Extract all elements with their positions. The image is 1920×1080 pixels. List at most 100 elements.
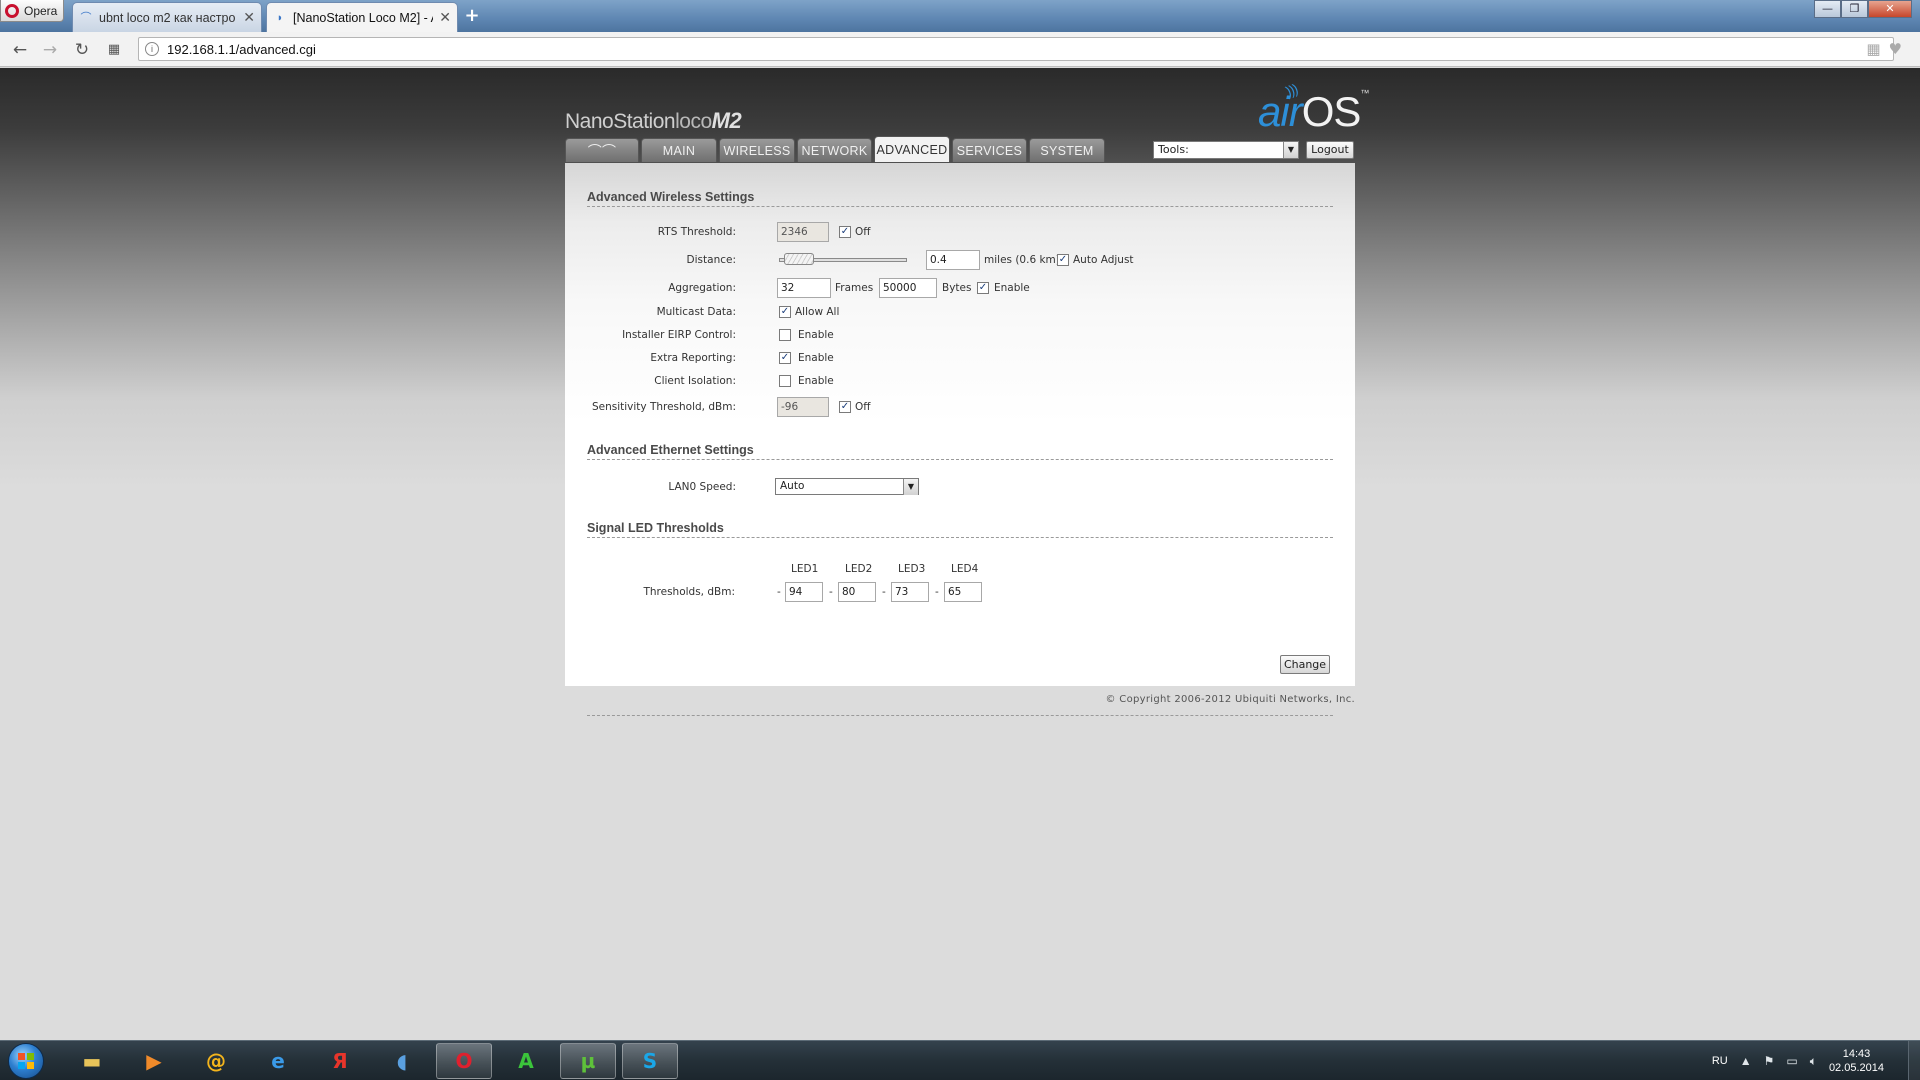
chevron-down-icon: ▼ <box>1283 142 1298 158</box>
distance-input[interactable]: 0.4 <box>926 250 980 270</box>
window-close-button[interactable]: ✕ <box>1868 0 1912 18</box>
sensitivity-off-checkbox[interactable]: ✓ <box>839 401 851 413</box>
tab-advanced[interactable]: ADVANCED <box>874 136 950 162</box>
show-desktop-button[interactable] <box>1908 1041 1920 1080</box>
section-title-wireless: Advanced Wireless Settings <box>587 190 755 204</box>
tab-ubiquiti-logo[interactable]: ⌒⌒ <box>565 138 639 162</box>
bytes-label: Bytes <box>942 282 972 294</box>
tools-select-value: Tools: <box>1158 143 1189 156</box>
thresholds-label: Thresholds, dBm: <box>643 586 735 598</box>
distance-label: Distance: <box>686 254 736 266</box>
aggregation-bytes-input[interactable]: 50000 <box>879 278 937 298</box>
system-clock[interactable]: 14:43 02.05.2014 <box>1829 1047 1884 1075</box>
taskbar-app-yandex-browser[interactable]: Я <box>312 1043 368 1079</box>
system-tray: RU ▲ ⚑ ▭ 🔈︎ 14:43 02.05.2014 <box>1712 1045 1910 1077</box>
minimize-button[interactable]: — <box>1814 0 1841 18</box>
browser-tab-1[interactable]: ⌒ ubnt loco m2 как настро ✕ <box>72 2 262 32</box>
action-center-flag-icon[interactable]: ⚑ <box>1764 1054 1775 1068</box>
taskbar-app-explorer-folder[interactable]: ▬ <box>64 1043 120 1079</box>
led2-threshold-input[interactable]: 80 <box>838 582 876 602</box>
logo-os: OS <box>1301 88 1362 135</box>
taskbar-app-mail-agent[interactable]: @ <box>188 1043 244 1079</box>
reload-icon[interactable]: ↻ <box>72 40 92 60</box>
lan0-speed-value: Auto <box>780 480 805 492</box>
url-input[interactable]: i 192.168.1.1/advanced.cgi <box>138 37 1894 61</box>
tab-wireless[interactable]: WIRELESS <box>719 138 795 162</box>
taskbar-app-speaker-app[interactable]: ◖ <box>374 1043 430 1079</box>
airos-logo: ))) airOS™ <box>1258 81 1369 136</box>
aggregation-enable-checkbox[interactable]: ✓ <box>977 282 989 294</box>
logout-button[interactable]: Logout <box>1306 141 1354 159</box>
led3-threshold-input[interactable]: 73 <box>891 582 929 602</box>
tab-services[interactable]: SERVICES <box>952 138 1027 162</box>
site-info-icon[interactable]: i <box>145 42 159 56</box>
taskbar-app-utorrent[interactable]: µ <box>560 1043 616 1079</box>
tools-select[interactable]: Tools: ▼ <box>1153 141 1299 159</box>
clock-date: 02.05.2014 <box>1828 1062 1884 1074</box>
led4-threshold-input[interactable]: 65 <box>944 582 982 602</box>
speed-dial-small-icon[interactable]: ▦ <box>1866 40 1880 58</box>
rts-threshold-input[interactable]: 2346 <box>777 222 829 242</box>
led1-threshold-input[interactable]: 94 <box>785 582 823 602</box>
opera-menu-button[interactable]: Opera <box>0 0 64 22</box>
internet-explorer-icon: e <box>271 1049 285 1073</box>
multicast-label: Multicast Data: <box>656 306 736 318</box>
volume-icon[interactable]: 🔈︎ <box>1810 1054 1817 1069</box>
maximize-button[interactable]: ❐ <box>1841 0 1868 18</box>
eirp-enable-checkbox[interactable] <box>779 329 791 341</box>
distance-unit: miles (0.6 km) <box>984 254 1060 266</box>
tab-main[interactable]: MAIN <box>641 138 717 162</box>
tab-network[interactable]: NETWORK <box>797 138 872 162</box>
device-brand: NanoStationlocoM2 <box>565 108 742 134</box>
aggregation-frames-input[interactable]: 32 <box>777 278 831 298</box>
start-button[interactable] <box>8 1043 44 1079</box>
tray-expand-icon[interactable]: ▲ <box>1740 1054 1752 1068</box>
change-button[interactable]: Change <box>1280 655 1330 674</box>
heart-icon[interactable]: ♥ <box>1889 40 1902 58</box>
taskbar-app-media-player[interactable]: ▶ <box>126 1043 182 1079</box>
brand-name: NanoStation <box>565 110 676 133</box>
multicast-allow-checkbox[interactable]: ✓ <box>779 306 791 318</box>
speed-dial-icon[interactable]: ▦ <box>104 40 124 60</box>
opera-logo-icon <box>5 3 19 18</box>
client-isolation-label: Client Isolation: <box>654 375 736 387</box>
new-tab-button[interactable]: + <box>462 7 482 25</box>
tab-system[interactable]: SYSTEM <box>1029 138 1105 162</box>
taskbar-app-opera[interactable]: O <box>436 1043 492 1079</box>
network-icon[interactable]: ▭ <box>1786 1054 1797 1068</box>
lan0-speed-select[interactable]: Auto ▼ <box>775 478 919 495</box>
utorrent-icon: µ <box>580 1049 596 1073</box>
forward-arrow-icon[interactable]: → <box>40 40 60 60</box>
copyright-text: © Copyright 2006-2012 Ubiquiti Networks,… <box>1105 694 1355 705</box>
led2-header: LED2 <box>845 563 873 575</box>
client-isolation-checkbox[interactable] <box>779 375 791 387</box>
auto-adjust-label: Auto Adjust <box>1073 254 1134 266</box>
skype-icon: S <box>642 1049 658 1073</box>
green-a-app-icon: A <box>518 1049 534 1073</box>
url-actions: ▦ ♥ <box>1866 40 1902 58</box>
rts-off-checkbox[interactable]: ✓ <box>839 226 851 238</box>
mail-agent-icon: @ <box>206 1049 226 1073</box>
extra-reporting-label: Extra Reporting: <box>650 352 736 364</box>
extra-reporting-enable-label: Enable <box>798 352 834 364</box>
extra-reporting-checkbox[interactable]: ✓ <box>779 352 791 364</box>
close-icon[interactable]: ✕ <box>243 9 255 26</box>
section-divider <box>587 459 1333 460</box>
taskbar-app-skype[interactable]: S <box>622 1043 678 1079</box>
section-title-ethernet: Advanced Ethernet Settings <box>587 443 754 457</box>
taskbar-app-internet-explorer[interactable]: e <box>250 1043 306 1079</box>
windows-taskbar: ▬ ▶ @ e Я ◖ O Aµ S RU ▲ ⚑ ▭ 🔈︎ 14:43 02.05.2014 <box>0 1040 1920 1080</box>
frames-label: Frames <box>835 282 874 294</box>
auto-adjust-checkbox[interactable]: ✓ <box>1057 254 1069 266</box>
brand-model: M2 <box>711 108 742 133</box>
section-divider <box>587 206 1333 207</box>
close-icon[interactable]: ✕ <box>439 9 451 26</box>
led1-header: LED1 <box>791 563 819 575</box>
browser-tab-2[interactable]: ◗ [NanoStation Loco M2] - A ✕ <box>266 2 458 32</box>
distance-slider-handle[interactable] <box>783 253 814 265</box>
language-indicator[interactable]: RU <box>1712 1055 1728 1067</box>
taskbar-app-green-a-app[interactable]: A <box>498 1043 554 1079</box>
sensitivity-threshold-input[interactable]: -96 <box>777 397 829 417</box>
back-arrow-icon[interactable]: ← <box>10 40 30 60</box>
speaker-app-icon: ◖ <box>396 1049 408 1073</box>
